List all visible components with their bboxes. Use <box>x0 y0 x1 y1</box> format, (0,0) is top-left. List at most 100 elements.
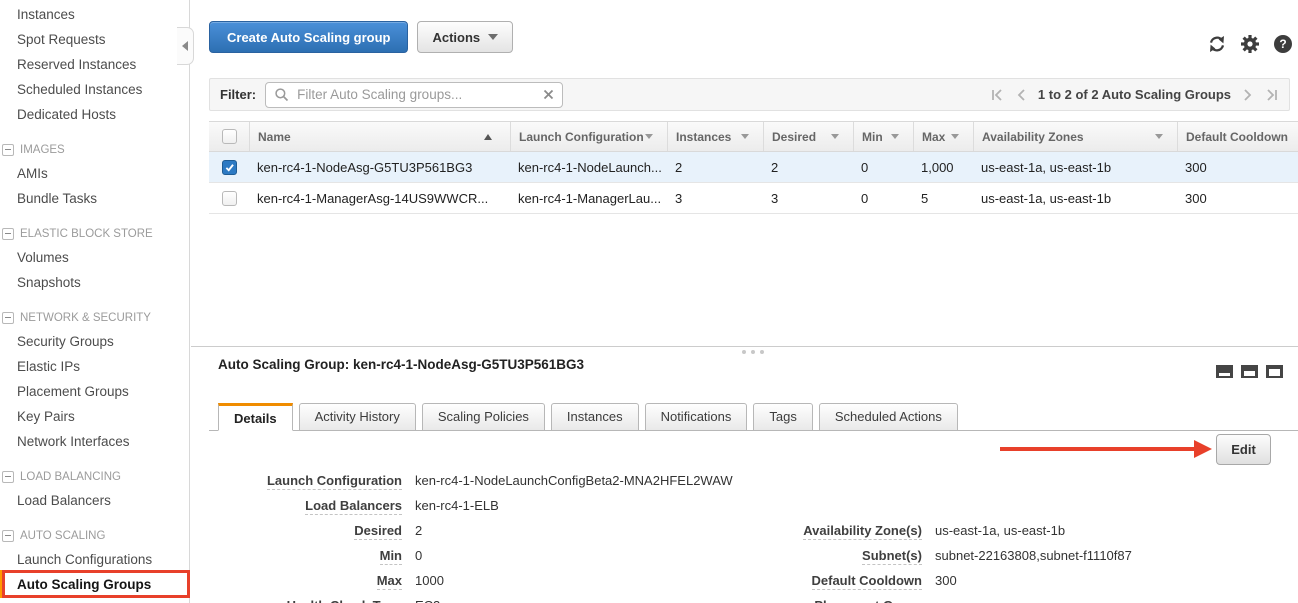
collapse-minus-icon <box>2 471 14 483</box>
sidebar-section-label: AUTO SCALING <box>20 530 105 542</box>
pane-layout-bottom-half-icon[interactable] <box>1241 365 1258 378</box>
tab-scheduled-actions[interactable]: Scheduled Actions <box>819 403 958 431</box>
column-menu-icon <box>891 134 899 139</box>
select-all-checkbox[interactable] <box>222 129 237 144</box>
column-header-min[interactable]: Min <box>853 122 913 151</box>
field-desired: Desired 2 <box>218 520 733 545</box>
column-header-default-cooldown[interactable]: Default Cooldown <box>1177 122 1298 151</box>
sidebar-item-launch-configurations[interactable]: Launch Configurations <box>0 547 189 572</box>
column-menu-icon <box>645 134 653 139</box>
chevron-left-icon <box>182 41 188 51</box>
last-page-icon[interactable] <box>1265 87 1279 103</box>
column-header-name[interactable]: Name <box>249 122 510 151</box>
field-label: Default Cooldown <box>812 573 923 590</box>
tab-tags[interactable]: Tags <box>753 403 812 431</box>
field-label: Max <box>377 573 402 590</box>
search-icon <box>274 87 289 102</box>
table-row[interactable]: ken-rc4-1-NodeAsg-G5TU3P561BG3 ken-rc4-1… <box>209 152 1298 183</box>
column-header-availability-zones[interactable]: Availability Zones <box>973 122 1177 151</box>
field-label: Health Check Type <box>287 598 402 603</box>
actions-button[interactable]: Actions <box>417 21 513 53</box>
tab-notifications[interactable]: Notifications <box>645 403 748 431</box>
field-value: 300 <box>935 573 957 588</box>
sidebar-section-load-balancing[interactable]: LOAD BALANCING <box>0 466 189 488</box>
prev-page-icon[interactable] <box>1015 87 1027 103</box>
column-header-desired[interactable]: Desired <box>763 122 853 151</box>
cell-desired: 2 <box>763 160 853 175</box>
next-page-icon[interactable] <box>1242 87 1254 103</box>
sidebar-item-bundle-tasks[interactable]: Bundle Tasks <box>0 186 189 211</box>
settings-button[interactable] <box>1240 34 1260 54</box>
pagination: 1 to 2 of 2 Auto Scaling Groups <box>990 87 1279 103</box>
collapse-minus-icon <box>2 530 14 542</box>
field-value: 0 <box>415 548 422 563</box>
cell-name: ken-rc4-1-ManagerAsg-14US9WWCR... <box>249 191 510 206</box>
sidebar-item-security-groups[interactable]: Security Groups <box>0 329 189 354</box>
field-label: Launch Configuration <box>267 473 402 490</box>
create-auto-scaling-group-button[interactable]: Create Auto Scaling group <box>209 21 408 53</box>
table-row[interactable]: ken-rc4-1-ManagerAsg-14US9WWCR... ken-rc… <box>209 183 1298 214</box>
column-label: Min <box>862 130 883 144</box>
tab-instances[interactable]: Instances <box>551 403 639 431</box>
tab-details[interactable]: Details <box>218 403 293 431</box>
field-launch-configuration: Launch Configuration ken-rc4-1-NodeLaunc… <box>218 470 733 495</box>
sidebar-item-dedicated-hosts[interactable]: Dedicated Hosts <box>0 102 189 127</box>
sidebar-item-reserved-instances[interactable]: Reserved Instances <box>0 52 189 77</box>
column-menu-icon <box>831 134 839 139</box>
sidebar-item-auto-scaling-groups[interactable]: Auto Scaling Groups <box>0 572 189 597</box>
column-header-instances[interactable]: Instances <box>667 122 763 151</box>
filter-input[interactable] <box>295 86 537 103</box>
toolbar: Create Auto Scaling group Actions <box>209 21 513 53</box>
sidebar-item-elastic-ips[interactable]: Elastic IPs <box>0 354 189 379</box>
sidebar-item-scheduled-instances[interactable]: Scheduled Instances <box>0 77 189 102</box>
splitter-drag-handle-icon[interactable] <box>742 350 764 354</box>
sidebar-item-instances[interactable]: Instances <box>0 2 189 27</box>
field-subnets: Subnet(s) subnet-22163808,subnet-f1110f8… <box>770 545 1132 570</box>
row-checkbox[interactable] <box>222 160 237 175</box>
pane-layout-bottom-small-icon[interactable] <box>1216 365 1233 378</box>
first-page-icon[interactable] <box>990 87 1004 103</box>
sidebar-item-snapshots[interactable]: Snapshots <box>0 270 189 295</box>
sidebar-section-label: LOAD BALANCING <box>20 471 121 483</box>
annotation-arrow-line <box>1000 447 1196 451</box>
sidebar-section-images[interactable]: IMAGES <box>0 139 189 161</box>
gear-icon <box>1240 34 1260 54</box>
field-value: EC2 <box>415 598 440 603</box>
tab-scaling-policies[interactable]: Scaling Policies <box>422 403 545 431</box>
pane-layout-bottom-large-icon[interactable] <box>1266 365 1283 378</box>
sidebar-item-key-pairs[interactable]: Key Pairs <box>0 404 189 429</box>
field-value: ken-rc4-1-ELB <box>415 498 499 513</box>
filter-bar: Filter: 1 to 2 of 2 Auto Scaling Groups <box>209 78 1290 111</box>
sidebar-item-volumes[interactable]: Volumes <box>0 245 189 270</box>
sidebar-item-network-interfaces[interactable]: Network Interfaces <box>0 429 189 454</box>
refresh-button[interactable] <box>1207 34 1227 54</box>
row-checkbox[interactable] <box>222 191 237 206</box>
chevron-down-icon <box>488 34 498 40</box>
table-header: Name Launch Configuration Instances Desi… <box>209 121 1298 152</box>
ec2-console-screen: Instances Spot Requests Reserved Instanc… <box>0 0 1298 603</box>
sidebar-section-elastic-block-store[interactable]: ELASTIC BLOCK STORE <box>0 223 189 245</box>
panel-splitter[interactable] <box>191 346 1298 347</box>
field-label: Placement Group <box>814 598 922 603</box>
table-body: ken-rc4-1-NodeAsg-G5TU3P561BG3 ken-rc4-1… <box>209 152 1298 214</box>
annotation-arrow-head <box>1194 440 1212 458</box>
clear-filter-icon[interactable] <box>543 89 554 100</box>
sidebar-item-placement-groups[interactable]: Placement Groups <box>0 379 189 404</box>
sidebar-item-amis[interactable]: AMIs <box>0 161 189 186</box>
filter-input-wrapper[interactable] <box>265 82 563 108</box>
cell-min: 0 <box>853 191 913 206</box>
column-header-max[interactable]: Max <box>913 122 973 151</box>
help-button[interactable]: ? <box>1273 34 1293 54</box>
sidebar-item-load-balancers[interactable]: Load Balancers <box>0 488 189 513</box>
sidebar-section-network-security[interactable]: NETWORK & SECURITY <box>0 307 189 329</box>
filter-label: Filter: <box>220 87 256 102</box>
column-header-launch-configuration[interactable]: Launch Configuration <box>510 122 667 151</box>
field-value: 2 <box>415 523 422 538</box>
sidebar-section-auto-scaling[interactable]: AUTO SCALING <box>0 525 189 547</box>
sort-asc-icon <box>484 134 492 140</box>
tab-activity-history[interactable]: Activity History <box>299 403 416 431</box>
sidebar-item-spot-requests[interactable]: Spot Requests <box>0 27 189 52</box>
sidebar-collapse-handle[interactable] <box>177 27 194 65</box>
edit-button[interactable]: Edit <box>1216 434 1271 465</box>
field-min: Min 0 <box>218 545 733 570</box>
